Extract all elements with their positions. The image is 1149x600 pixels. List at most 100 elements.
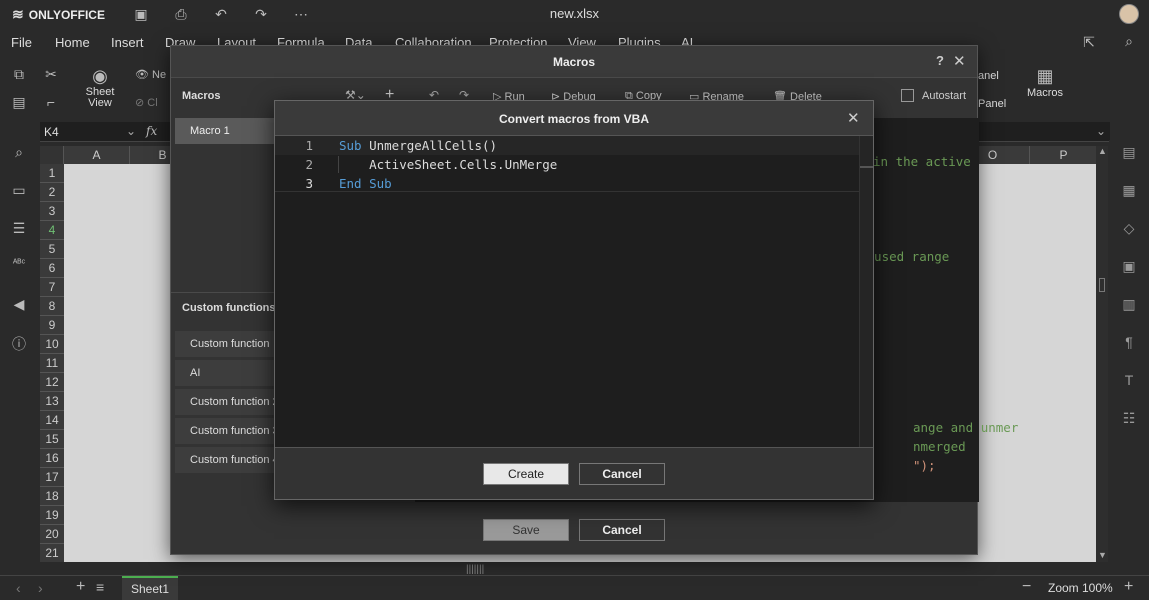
menu-file[interactable]: File <box>11 35 32 50</box>
cancel-button[interactable]: Cancel <box>579 519 665 541</box>
macros-dialog-title: Macros <box>552 55 596 69</box>
onlyoffice-logo: ≋ ONLYOFFICE <box>12 6 105 23</box>
row-header[interactable]: 13 <box>40 392 64 411</box>
vertical-scrollbar[interactable]: ▲ ▼ <box>1096 146 1108 562</box>
macro-list-item[interactable]: Macro 1 <box>175 118 279 144</box>
custom-function-item[interactable]: Custom function 3 <box>175 418 279 444</box>
paste-icon[interactable]: ▤ <box>10 94 28 111</box>
info-icon[interactable]: ⓘ <box>10 334 28 352</box>
avatar[interactable] <box>1119 4 1139 24</box>
menu-insert[interactable]: Insert <box>111 35 144 50</box>
cancel-button[interactable]: Cancel <box>579 463 665 485</box>
spellcheck-icon[interactable]: ᴬᴮᶜ <box>10 258 28 276</box>
cut-icon[interactable]: ✂ <box>42 66 60 83</box>
divider <box>171 292 275 293</box>
table-settings-icon[interactable]: ▦ <box>1120 182 1138 200</box>
more-icon[interactable]: ⋯ <box>292 5 310 23</box>
undo-icon[interactable]: ↶ <box>212 5 230 23</box>
shape-settings-icon[interactable]: ◇ <box>1120 220 1138 238</box>
custom-function-label: Custom function <box>190 338 270 350</box>
row-header[interactable]: 10 <box>40 335 64 354</box>
create-button[interactable]: Create <box>483 463 569 485</box>
row-header[interactable]: 18 <box>40 487 64 506</box>
row-header[interactable]: 20 <box>40 525 64 544</box>
column-header[interactable]: P <box>1030 146 1098 164</box>
row-header[interactable]: 21 <box>40 544 64 562</box>
help-icon[interactable]: ? <box>936 53 944 68</box>
prev-sheet-icon[interactable]: ‹ <box>16 580 21 596</box>
search-icon[interactable]: ⌕ <box>1120 33 1138 50</box>
function-icon[interactable]: fx <box>146 124 157 138</box>
row-header[interactable]: 12 <box>40 373 64 392</box>
row-header[interactable]: 1 <box>40 164 64 183</box>
close-icon[interactable]: ✕ <box>953 52 966 70</box>
scroll-down-icon[interactable]: ▼ <box>1098 550 1107 560</box>
editor-scrollbar[interactable] <box>859 136 873 447</box>
row-header[interactable]: 7 <box>40 278 64 297</box>
macros-button[interactable]: ▦ Macros <box>1020 66 1070 99</box>
select-all-corner[interactable] <box>40 146 64 164</box>
chevron-down-icon[interactable]: ⌄ <box>126 124 136 138</box>
search-icon[interactable]: ⌕ <box>10 144 28 162</box>
open-location-icon[interactable]: ⇱ <box>1080 34 1098 51</box>
redo-icon[interactable]: ↷ <box>252 5 270 23</box>
sheet-tab[interactable]: Sheet1 <box>122 576 178 600</box>
custom-function-item[interactable]: Custom function 2 <box>175 389 279 415</box>
row-header[interactable]: 11 <box>40 354 64 373</box>
row-header[interactable]: 8 <box>40 297 64 316</box>
vba-code-editor[interactable]: 1 Sub UnmergeAllCells() 2 ActiveSheet.Ce… <box>275 136 859 447</box>
text-art-icon[interactable]: T <box>1120 372 1138 390</box>
row-header[interactable]: 5 <box>40 240 64 259</box>
save-icon[interactable]: ▣ <box>132 5 150 23</box>
sheet-list-icon[interactable]: ≡ <box>96 579 104 595</box>
zoom-in-icon[interactable]: + <box>1124 578 1133 596</box>
row-header[interactable]: 19 <box>40 506 64 525</box>
panel-label-2[interactable]: Panel <box>978 98 1006 110</box>
custom-function-item[interactable]: AI <box>175 360 279 386</box>
autostart-checkbox[interactable] <box>901 89 914 102</box>
macros-label: Macros <box>1026 87 1064 99</box>
custom-function-item[interactable]: Custom function 4 <box>175 447 279 473</box>
scroll-thumb[interactable] <box>1099 278 1105 292</box>
row-header[interactable]: 16 <box>40 449 64 468</box>
sheet-view-button[interactable]: ◉ Sheet View <box>80 66 120 109</box>
expand-formula-icon[interactable]: ⌄ <box>1096 124 1106 138</box>
format-painter-icon[interactable]: ⌐ <box>42 94 60 110</box>
comment-icon[interactable]: ▭ <box>10 182 28 200</box>
menu-home[interactable]: Home <box>55 35 90 50</box>
row-header[interactable]: 15 <box>40 430 64 449</box>
cell-reference[interactable]: K4 <box>44 125 59 139</box>
app-window: ≋ ONLYOFFICE ▣ ⎙ ↶ ↷ ⋯ new.xlsx File Hom… <box>0 0 1149 600</box>
image-settings-icon[interactable]: ▣ <box>1120 258 1138 276</box>
add-sheet-icon[interactable]: + <box>76 578 85 596</box>
next-sheet-icon[interactable]: › <box>38 580 43 596</box>
pivot-settings-icon[interactable]: ☷ <box>1120 410 1138 428</box>
brand-name: ONLYOFFICE <box>28 7 105 22</box>
scroll-up-icon[interactable]: ▲ <box>1098 146 1107 156</box>
panel-label-1[interactable]: anel <box>978 70 999 82</box>
copy-icon[interactable]: ⧉ <box>10 66 28 83</box>
paragraph-settings-icon[interactable]: ¶ <box>1120 334 1138 352</box>
view-close-icon: ⊘ <box>135 97 145 109</box>
row-header[interactable]: 2 <box>40 183 64 202</box>
cell-settings-icon[interactable]: ▤ <box>1120 144 1138 162</box>
zoom-out-icon[interactable]: − <box>1022 578 1031 596</box>
feedback-icon[interactable]: ◀ <box>10 296 28 314</box>
close-icon[interactable]: ✕ <box>847 109 860 127</box>
chat-icon[interactable]: ☰ <box>10 220 28 238</box>
column-header[interactable]: A <box>64 146 130 164</box>
row-header[interactable]: 4 <box>40 221 64 240</box>
row-header[interactable]: 14 <box>40 411 64 430</box>
custom-function-item[interactable]: Custom function <box>175 331 279 357</box>
print-icon[interactable]: ⎙ <box>172 5 190 23</box>
eye-icon: ◉ <box>92 66 108 86</box>
custom-function-label: Custom function 4 <box>190 454 279 466</box>
chart-settings-icon[interactable]: ▥ <box>1120 296 1138 314</box>
row-header[interactable]: 9 <box>40 316 64 335</box>
row-header[interactable]: 6 <box>40 259 64 278</box>
save-button[interactable]: Save <box>483 519 569 541</box>
horizontal-scroll-thumb[interactable]: ||||||| <box>466 564 484 575</box>
row-header[interactable]: 3 <box>40 202 64 221</box>
zoom-level[interactable]: Zoom 100% <box>1048 581 1113 595</box>
row-header[interactable]: 17 <box>40 468 64 487</box>
